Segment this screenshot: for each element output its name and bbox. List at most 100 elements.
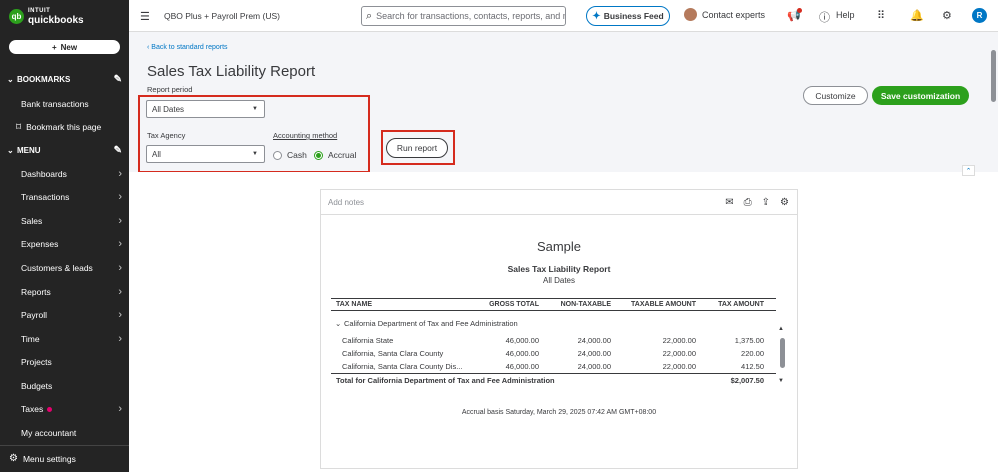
total-row[interactable]: Total for California Department of Tax a… [331,373,776,386]
quickbooks-logo[interactable]: qb INTUIT quickbooks [9,7,84,26]
sidebar-item-bank-transactions[interactable]: Bank transactions [0,96,129,112]
brand-bottom: quickbooks [28,15,84,26]
menu-header[interactable]: ⌄ MENU ✎ [0,143,129,157]
sidebar-item-my-accountant[interactable]: My accountant [0,425,129,441]
col-taxable-amount[interactable]: TAXABLE AMOUNT [631,301,696,308]
group-name: California Department of Tax and Fee Adm… [344,319,518,328]
expert-avatar [684,8,697,21]
chevron-right-icon: › [118,403,122,415]
sidebar-item-customers-leads[interactable]: Customers & leads › [0,260,129,276]
pencil-icon[interactable]: ✎ [114,145,122,156]
bookmarks-header[interactable]: ⌄ BOOKMARKS ✎ [0,72,129,86]
report-company: Sample [536,239,582,254]
table-row[interactable]: California, Santa Clara County Dis... 46… [331,360,776,373]
menu-settings-button[interactable]: ⚙ Menu settings [9,453,76,464]
chevron-right-icon: › [118,286,122,298]
toolbar-divider [321,214,797,215]
help-icon[interactable]: ⓘ [819,9,830,25]
report-period-value: All Dates [152,104,185,114]
sidebar-item-label: Taxes [21,404,44,414]
contact-experts-label: Contact experts [702,9,766,20]
bookmarks-label: BOOKMARKS [17,74,71,84]
bookmark-icon: ⌑ [16,121,22,133]
sidebar-item-sales[interactable]: Sales › [0,213,129,229]
page-scrollbar[interactable] [990,40,998,140]
cell-nontax: 24,000.00 [577,349,611,358]
sidebar-item-taxes[interactable]: Taxes › [0,401,129,417]
table-row[interactable]: California, Santa Clara County 46,000.00… [331,347,776,360]
collapse-header-button[interactable]: ⌃ [962,165,975,176]
col-gross-total[interactable]: GROSS TOTAL [489,301,539,308]
hamburger-icon[interactable]: ☰ [140,10,150,23]
report-footer: Accrual basis Saturday, March 29, 2025 0… [461,409,657,416]
col-non-taxable[interactable]: NON-TAXABLE [561,301,611,308]
chevron-right-icon: › [118,168,122,180]
chevron-right-icon: › [118,238,122,250]
scroll-down-icon[interactable]: ▼ [778,378,784,384]
table-scrollbar[interactable]: ▲ ▼ [778,326,786,386]
sidebar-item-time[interactable]: Time › [0,331,129,347]
sidebar-item-dashboards[interactable]: Dashboards › [0,166,129,182]
col-tax-name[interactable]: TAX NAME [336,301,372,308]
table-row[interactable]: California State 46,000.00 24,000.00 22,… [331,334,776,347]
new-button[interactable]: + New [9,40,120,54]
accrual-radio[interactable]: Accrual [314,150,356,160]
group-row[interactable]: ⌄ California Department of Tax and Fee A… [331,317,776,331]
sidebar-item-transactions[interactable]: Transactions › [0,189,129,205]
sidebar-item-label: Payroll [21,310,47,320]
cash-radio[interactable]: Cash [273,150,307,160]
expand-caret-icon[interactable]: ⌄ [335,319,341,328]
pencil-icon[interactable]: ✎ [114,74,122,85]
apps-grid-icon[interactable]: ⠿ [877,9,885,22]
accrual-label: Accrual [328,150,357,160]
plus-icon: + [51,42,57,52]
business-feed-label: Business Feed [603,11,664,21]
chevron-right-icon: › [118,215,122,227]
col-tax-amount[interactable]: TAX AMOUNT [718,301,764,308]
business-feed-button[interactable]: ✦ Business Feed [586,6,670,26]
tax-agency-select[interactable]: All ▼ [146,145,265,163]
sidebar-item-payroll[interactable]: Payroll › [0,307,129,323]
new-button-label: New [60,42,78,52]
sidebar-item-label: Bookmark this page [26,122,102,132]
email-icon[interactable]: ✉ [725,197,733,208]
back-to-reports-link[interactable]: ‹ Back to standard reports [147,44,228,51]
scroll-up-icon[interactable]: ▲ [778,326,784,332]
top-bar: ☰ QBO Plus + Payroll Prem (US) ⌕ Search … [129,0,998,32]
sidebar-item-expenses[interactable]: Expenses › [0,236,129,252]
cell-gross: 46,000.00 [505,349,539,358]
search-input[interactable]: ⌕ Search for transactions, contacts, rep… [361,6,566,26]
sidebar-item-reports[interactable]: Reports › [0,284,129,300]
cell-tax: 1,375.00 [734,336,764,345]
help-label[interactable]: Help [836,10,855,20]
report-period-select[interactable]: All Dates ▼ [146,100,265,118]
menu-label: MENU [17,145,41,155]
qb-logo-icon: qb [9,8,24,24]
customize-button[interactable]: Customize [803,86,868,105]
report-table: TAX NAME GROSS TOTAL NON-TAXABLE TAXABLE… [331,298,776,386]
menu-settings-label: Menu settings [22,453,76,464]
company-name[interactable]: QBO Plus + Payroll Prem (US) [164,11,280,21]
user-avatar[interactable]: R [972,8,987,23]
sidebar-item-bookmark-page[interactable]: ⌑ Bookmark this page [0,119,129,135]
chevron-right-icon: › [118,262,122,274]
gear-icon[interactable]: ⚙ [942,9,952,22]
report-period: All Dates [542,276,575,285]
scrollbar-thumb[interactable] [991,50,996,102]
scrollbar-thumb[interactable] [780,338,785,368]
sidebar-item-projects[interactable]: Projects [0,354,129,370]
sidebar-item-label: Bank transactions [21,99,89,109]
print-icon[interactable]: ⎙ [744,197,752,208]
run-report-button[interactable]: Run report [386,138,448,158]
chevron-right-icon: › [118,191,122,203]
gear-icon[interactable]: ⚙ [780,197,789,208]
export-icon[interactable]: ⇪ [762,197,770,208]
contact-experts-button[interactable]: Contact experts [684,8,765,21]
add-notes-input[interactable]: Add notes [328,198,364,207]
tax-agency-label: Tax Agency [147,131,186,140]
save-customization-button[interactable]: Save customization [872,86,969,105]
chevron-down-icon: ⌄ [7,145,14,155]
sidebar-item-budgets[interactable]: Budgets [0,378,129,394]
bell-icon[interactable]: 🔔 [910,9,924,22]
caret-down-icon: ▼ [252,151,258,157]
